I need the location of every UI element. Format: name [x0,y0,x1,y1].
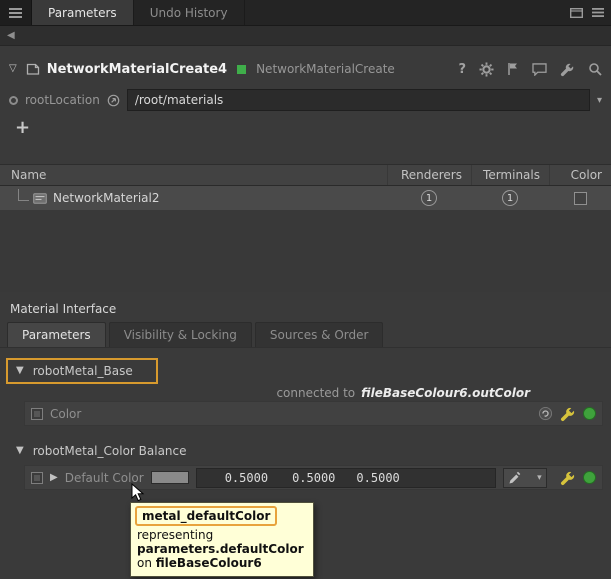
parameters-pane: Parameters Undo History ◀ ▽ NetworkMater… [0,0,611,579]
param-widget-icon[interactable] [31,472,43,484]
flag-icon[interactable] [507,62,519,76]
eyedropper-icon [508,471,522,485]
tooltip: metal_defaultColor representing paramete… [130,502,314,577]
pane-tab-bar: Parameters Undo History [0,0,611,26]
row-actions [560,470,596,486]
node-type-icon [26,63,40,76]
group-header-robotmetal-color-balance[interactable]: ▼ robotMetal_Color Balance [0,440,611,462]
terminals-count-badge: 1 [502,190,518,206]
wrench-yellow-icon[interactable] [560,406,576,422]
tooltip-line-representing: representing [137,528,304,542]
value-g[interactable]: 0.5000 [292,471,335,485]
row-actions [538,406,596,422]
default-color-expand-icon[interactable]: ▶ [50,473,58,483]
group-label: robotMetal_Color Balance [33,444,187,458]
state-badge-icon[interactable] [538,406,553,421]
color-param-label: Color [50,407,81,421]
param-state-icon[interactable] [9,96,18,105]
tab-mi-parameters-label: Parameters [22,328,91,342]
tooltip-source-param: parameters.defaultColor [137,542,304,556]
location-picker-icon[interactable] [107,94,120,107]
material-interface-content: ▼ robotMetal_Base connected to fileBaseC… [0,348,611,490]
hamburger-icon [9,8,22,18]
pane-options-icon[interactable] [592,8,604,17]
tab-visibility-locking-label: Visibility & Locking [124,328,237,342]
picker-dropdown-icon[interactable]: ▾ [537,473,542,483]
add-row: + [0,116,611,140]
param-widget-icon[interactable] [31,408,43,420]
node-type-label: NetworkMaterialCreate [256,62,395,76]
value-r[interactable]: 0.5000 [225,471,268,485]
network-materials-table: Name Renderers Terminals Color NetworkMa… [0,164,611,292]
default-color-param-row[interactable]: ▶ Default Color 0.5000 0.5000 0.5000 ▾ [24,465,603,490]
pane-frame-icon[interactable] [570,8,583,18]
tab-visibility-locking[interactable]: Visibility & Locking [109,322,252,347]
tree-branch-icon [18,189,29,201]
wrench-icon[interactable] [560,62,575,77]
root-location-label: rootLocation [25,93,100,107]
connected-target: fileBaseColour6.outColor [361,386,530,400]
node-edit-flag-badge [237,65,246,74]
selection-highlight-box: ▼ robotMetal_Base [6,358,158,384]
node-title: NetworkMaterialCreate4 [47,62,227,77]
root-location-row: rootLocation ▾ [0,86,611,114]
header-renderers: Renderers [387,165,471,185]
add-button[interactable]: + [15,119,30,137]
tooltip-param-name: metal_defaultColor [135,506,277,526]
header-terminals: Terminals [471,165,549,185]
color-swatch[interactable] [151,471,189,484]
color-checkbox[interactable] [574,192,587,205]
tab-undo-history[interactable]: Undo History [134,0,245,25]
node-header-toolbar: ? [458,62,602,77]
wrench-yellow-icon[interactable] [560,470,576,486]
header-name: Name [0,168,387,182]
connected-prefix: connected to [276,386,355,400]
tooltip-on-prefix: on [137,556,152,570]
material-interface-tabs: Parameters Visibility & Locking Sources … [0,322,611,348]
group-expand-icon[interactable]: ▼ [16,446,24,456]
table-body: NetworkMaterial2 1 1 [0,186,611,292]
tab-sources-order[interactable]: Sources & Order [255,322,384,347]
group-expand-icon[interactable]: ▼ [16,366,24,376]
node-collapse-icon[interactable]: ▽ [9,64,17,74]
tooltip-line-on: on fileBaseColour6 [137,556,304,570]
color-picker-button[interactable]: ▾ [503,468,547,488]
renderers-count-badge: 1 [421,190,437,206]
root-location-input[interactable] [127,89,590,111]
network-material-icon [33,193,47,204]
gear-icon[interactable] [479,62,494,77]
pane-menu-button[interactable] [0,0,32,25]
table-row[interactable]: NetworkMaterial2 1 1 [0,186,611,210]
tab-sources-order-label: Sources & Order [270,328,369,342]
tab-undo-history-label: Undo History [150,6,228,20]
table-header: Name Renderers Terminals Color [0,164,611,186]
group-label: robotMetal_Base [33,364,133,378]
tab-mi-parameters[interactable]: Parameters [7,322,106,347]
pane-controls [570,0,611,25]
color-param-row[interactable]: Color [24,401,603,426]
back-button[interactable]: ◀ [7,30,15,41]
color-values-field[interactable]: 0.5000 0.5000 0.5000 [196,468,496,488]
tab-parameters-label: Parameters [48,6,117,20]
connected-indicator-icon [583,407,596,420]
comment-icon[interactable] [532,63,547,76]
node-header: ▽ NetworkMaterialCreate4 NetworkMaterial… [0,54,611,84]
tooltip-source-node: fileBaseColour6 [156,556,262,570]
value-b[interactable]: 0.5000 [356,471,399,485]
row-name-cell: NetworkMaterial2 [0,186,387,210]
mouse-cursor-icon [131,483,145,506]
group-header-robotmetal-base[interactable]: ▼ robotMetal_Base [0,358,611,384]
history-nav-strip: ◀ [0,26,611,46]
row-name: NetworkMaterial2 [53,191,160,205]
search-icon[interactable] [588,62,602,76]
root-location-dropdown-icon[interactable]: ▾ [597,95,602,106]
connected-indicator-icon [583,471,596,484]
material-interface-title: Material Interface [0,292,611,316]
help-icon[interactable]: ? [458,62,466,77]
header-color: Color [549,165,611,185]
connection-info-row: connected to fileBaseColour6.outColor [0,385,611,400]
tab-parameters[interactable]: Parameters [32,0,134,25]
